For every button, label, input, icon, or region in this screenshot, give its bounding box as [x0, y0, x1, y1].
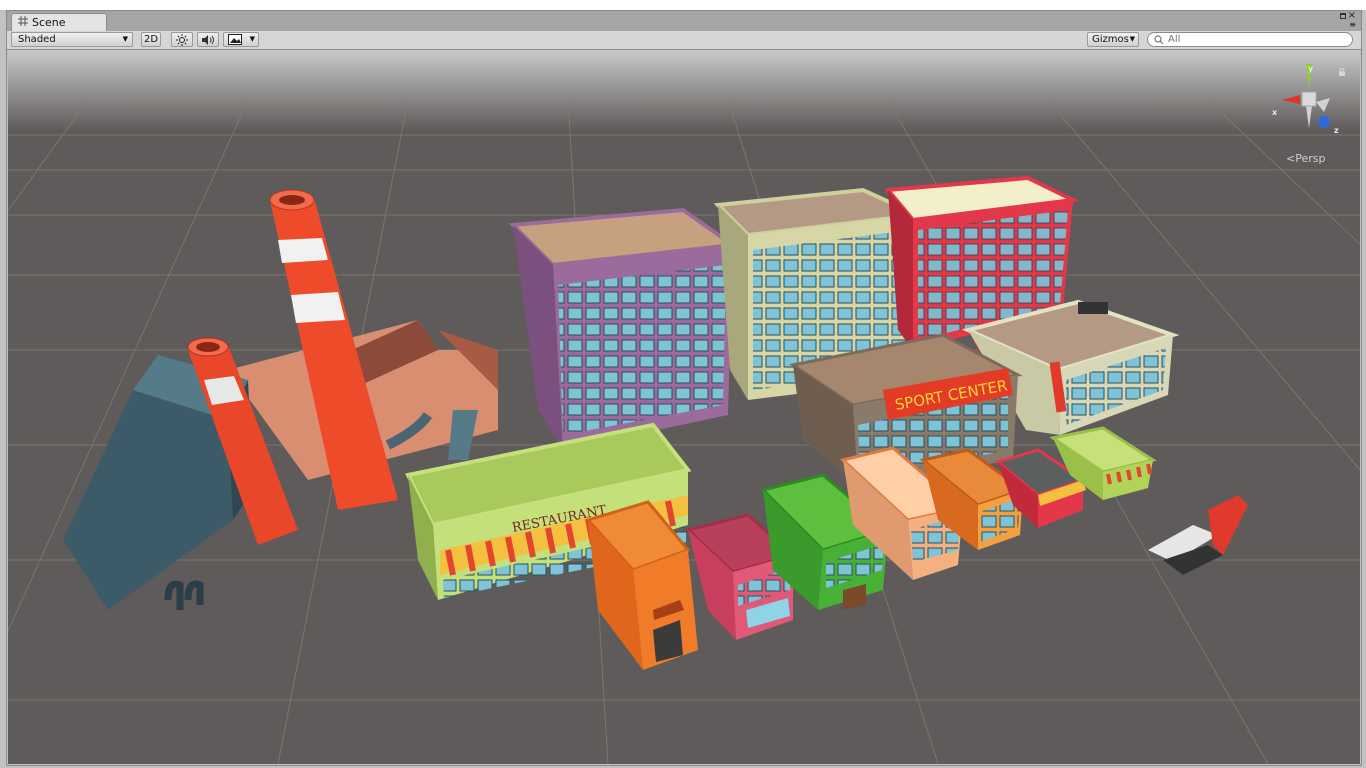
gizmo-center-cube[interactable] [1301, 91, 1317, 107]
2d-mode-label: 2D [143, 34, 159, 45]
chevron-down-icon: ▼ [249, 35, 255, 43]
shading-mode-label: Shaded [18, 34, 56, 45]
projection-toggle[interactable]: <Persp [1286, 152, 1325, 165]
lighting-toggle-button[interactable] [171, 32, 193, 47]
tab-scene-label: Scene [32, 16, 66, 29]
grid-icon [18, 16, 28, 29]
chevron-left-icon: < [1286, 152, 1296, 165]
audio-toggle-button[interactable] [197, 32, 219, 47]
chevron-down-icon: ▼ [1129, 35, 1135, 43]
gizmo-neg-x-cone[interactable] [1316, 98, 1330, 112]
shading-mode-dropdown[interactable]: Shaded ▼ [11, 32, 133, 47]
chevron-down-icon: ▼ [122, 35, 128, 43]
gizmo-z-cone[interactable] [1318, 116, 1330, 128]
scene-toolbar: Shaded ▼ 2D ▼ Gizmos ▼ [7, 31, 1361, 50]
window-controls: × ≡ [1335, 11, 1357, 30]
gizmo-x-cone[interactable] [1282, 95, 1300, 104]
rooftop-props [1148, 495, 1248, 575]
scene-viewport[interactable]: SPORT CENTER RESTAURANT y x z <Persp [8, 50, 1360, 764]
image-icon [228, 34, 242, 45]
search-box[interactable] [1147, 32, 1353, 47]
tab-bar: Scene × ≡ [7, 11, 1361, 32]
maximize-icon[interactable] [1340, 13, 1346, 19]
gizmo-x-label: x [1272, 108, 1278, 117]
gizmos-label: Gizmos [1092, 34, 1129, 45]
gizmo-neg-y-cone[interactable] [1306, 106, 1312, 128]
orientation-gizmo[interactable] [1268, 60, 1338, 140]
tab-scene[interactable]: Scene [11, 13, 107, 31]
sun-icon [176, 33, 188, 46]
gizmo-z-label: z [1334, 126, 1339, 135]
projection-label: Persp [1295, 152, 1326, 165]
speaker-icon [202, 34, 214, 45]
effects-dropdown[interactable]: ▼ [223, 32, 259, 47]
scene-window: Scene × ≡ Shaded ▼ 2D ▼ Gizmos ▼ All SPO… [6, 10, 1362, 766]
purple-office-building [508, 207, 739, 450]
gizmo-y-label: y [1308, 64, 1314, 73]
gizmos-dropdown[interactable]: Gizmos ▼ [1087, 32, 1139, 47]
title-strip [0, 0, 1366, 10]
lock-icon[interactable] [1338, 68, 1346, 76]
search-icon [1154, 34, 1164, 44]
menu-icon[interactable]: ≡ [1349, 21, 1356, 29]
search-input[interactable] [1168, 34, 1338, 45]
2d-mode-button[interactable]: 2D [141, 32, 161, 47]
horizon-fog [8, 50, 1360, 130]
